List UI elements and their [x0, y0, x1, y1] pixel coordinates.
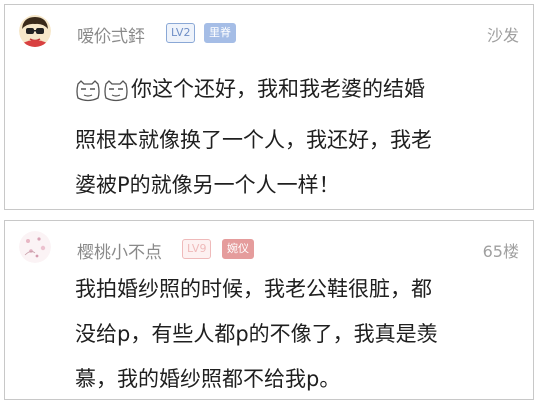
cool-smile-icon: [75, 73, 101, 118]
comment-line: 慕，我的婚纱照都不给我p。: [75, 367, 341, 391]
comment-line: 没给p，有些人都p的不像了，我真是羡: [75, 322, 438, 346]
comment-card: 樱桃小不点 LV9 婉仪 65楼 我拍婚纱照的时候，我老公鞋很脏，都 没给p，有…: [4, 220, 534, 400]
floor-label: 沙发: [486, 26, 519, 45]
cool-smile-icon: [103, 73, 129, 118]
title-badge: 里脊: [204, 23, 236, 43]
comment-header: 嗳伱弍銔 LV2 里脊 沙发: [5, 5, 533, 59]
comment-line: 照根本就像换了一个人，我还好，我老: [75, 128, 432, 152]
avatar[interactable]: [19, 15, 51, 47]
comment-content: 你这个还好，我和我老婆的结婚 照根本就像换了一个人，我还好，我老 婆被P的就像另…: [75, 67, 509, 208]
comment-line: 我拍婚纱照的时候，我老公鞋很脏，都: [75, 277, 432, 301]
avatar[interactable]: [19, 231, 51, 263]
username[interactable]: 樱桃小不点: [77, 238, 162, 263]
comment-text: 你这个还好，我和我老婆的结婚: [131, 77, 425, 101]
level-badge: LV2: [166, 23, 196, 43]
comment-card: 嗳伱弍銔 LV2 里脊 沙发 你这个还好，我和我老婆的结婚 照根本就像换了一个人…: [4, 4, 534, 210]
comment-line: 婆被P的就像另一个人一样！: [75, 173, 340, 197]
comment-line: 你这个还好，我和我老婆的结婚: [75, 67, 509, 118]
username[interactable]: 嗳伱弍銔: [77, 22, 145, 47]
comment-content: 我拍婚纱照的时候，我老公鞋很脏，都 没给p，有些人都p的不像了，我真是羡 慕，我…: [75, 267, 509, 402]
title-badge: 婉仪: [222, 239, 254, 259]
floor-label: 65楼: [482, 242, 519, 261]
level-badge: LV9: [182, 239, 212, 259]
